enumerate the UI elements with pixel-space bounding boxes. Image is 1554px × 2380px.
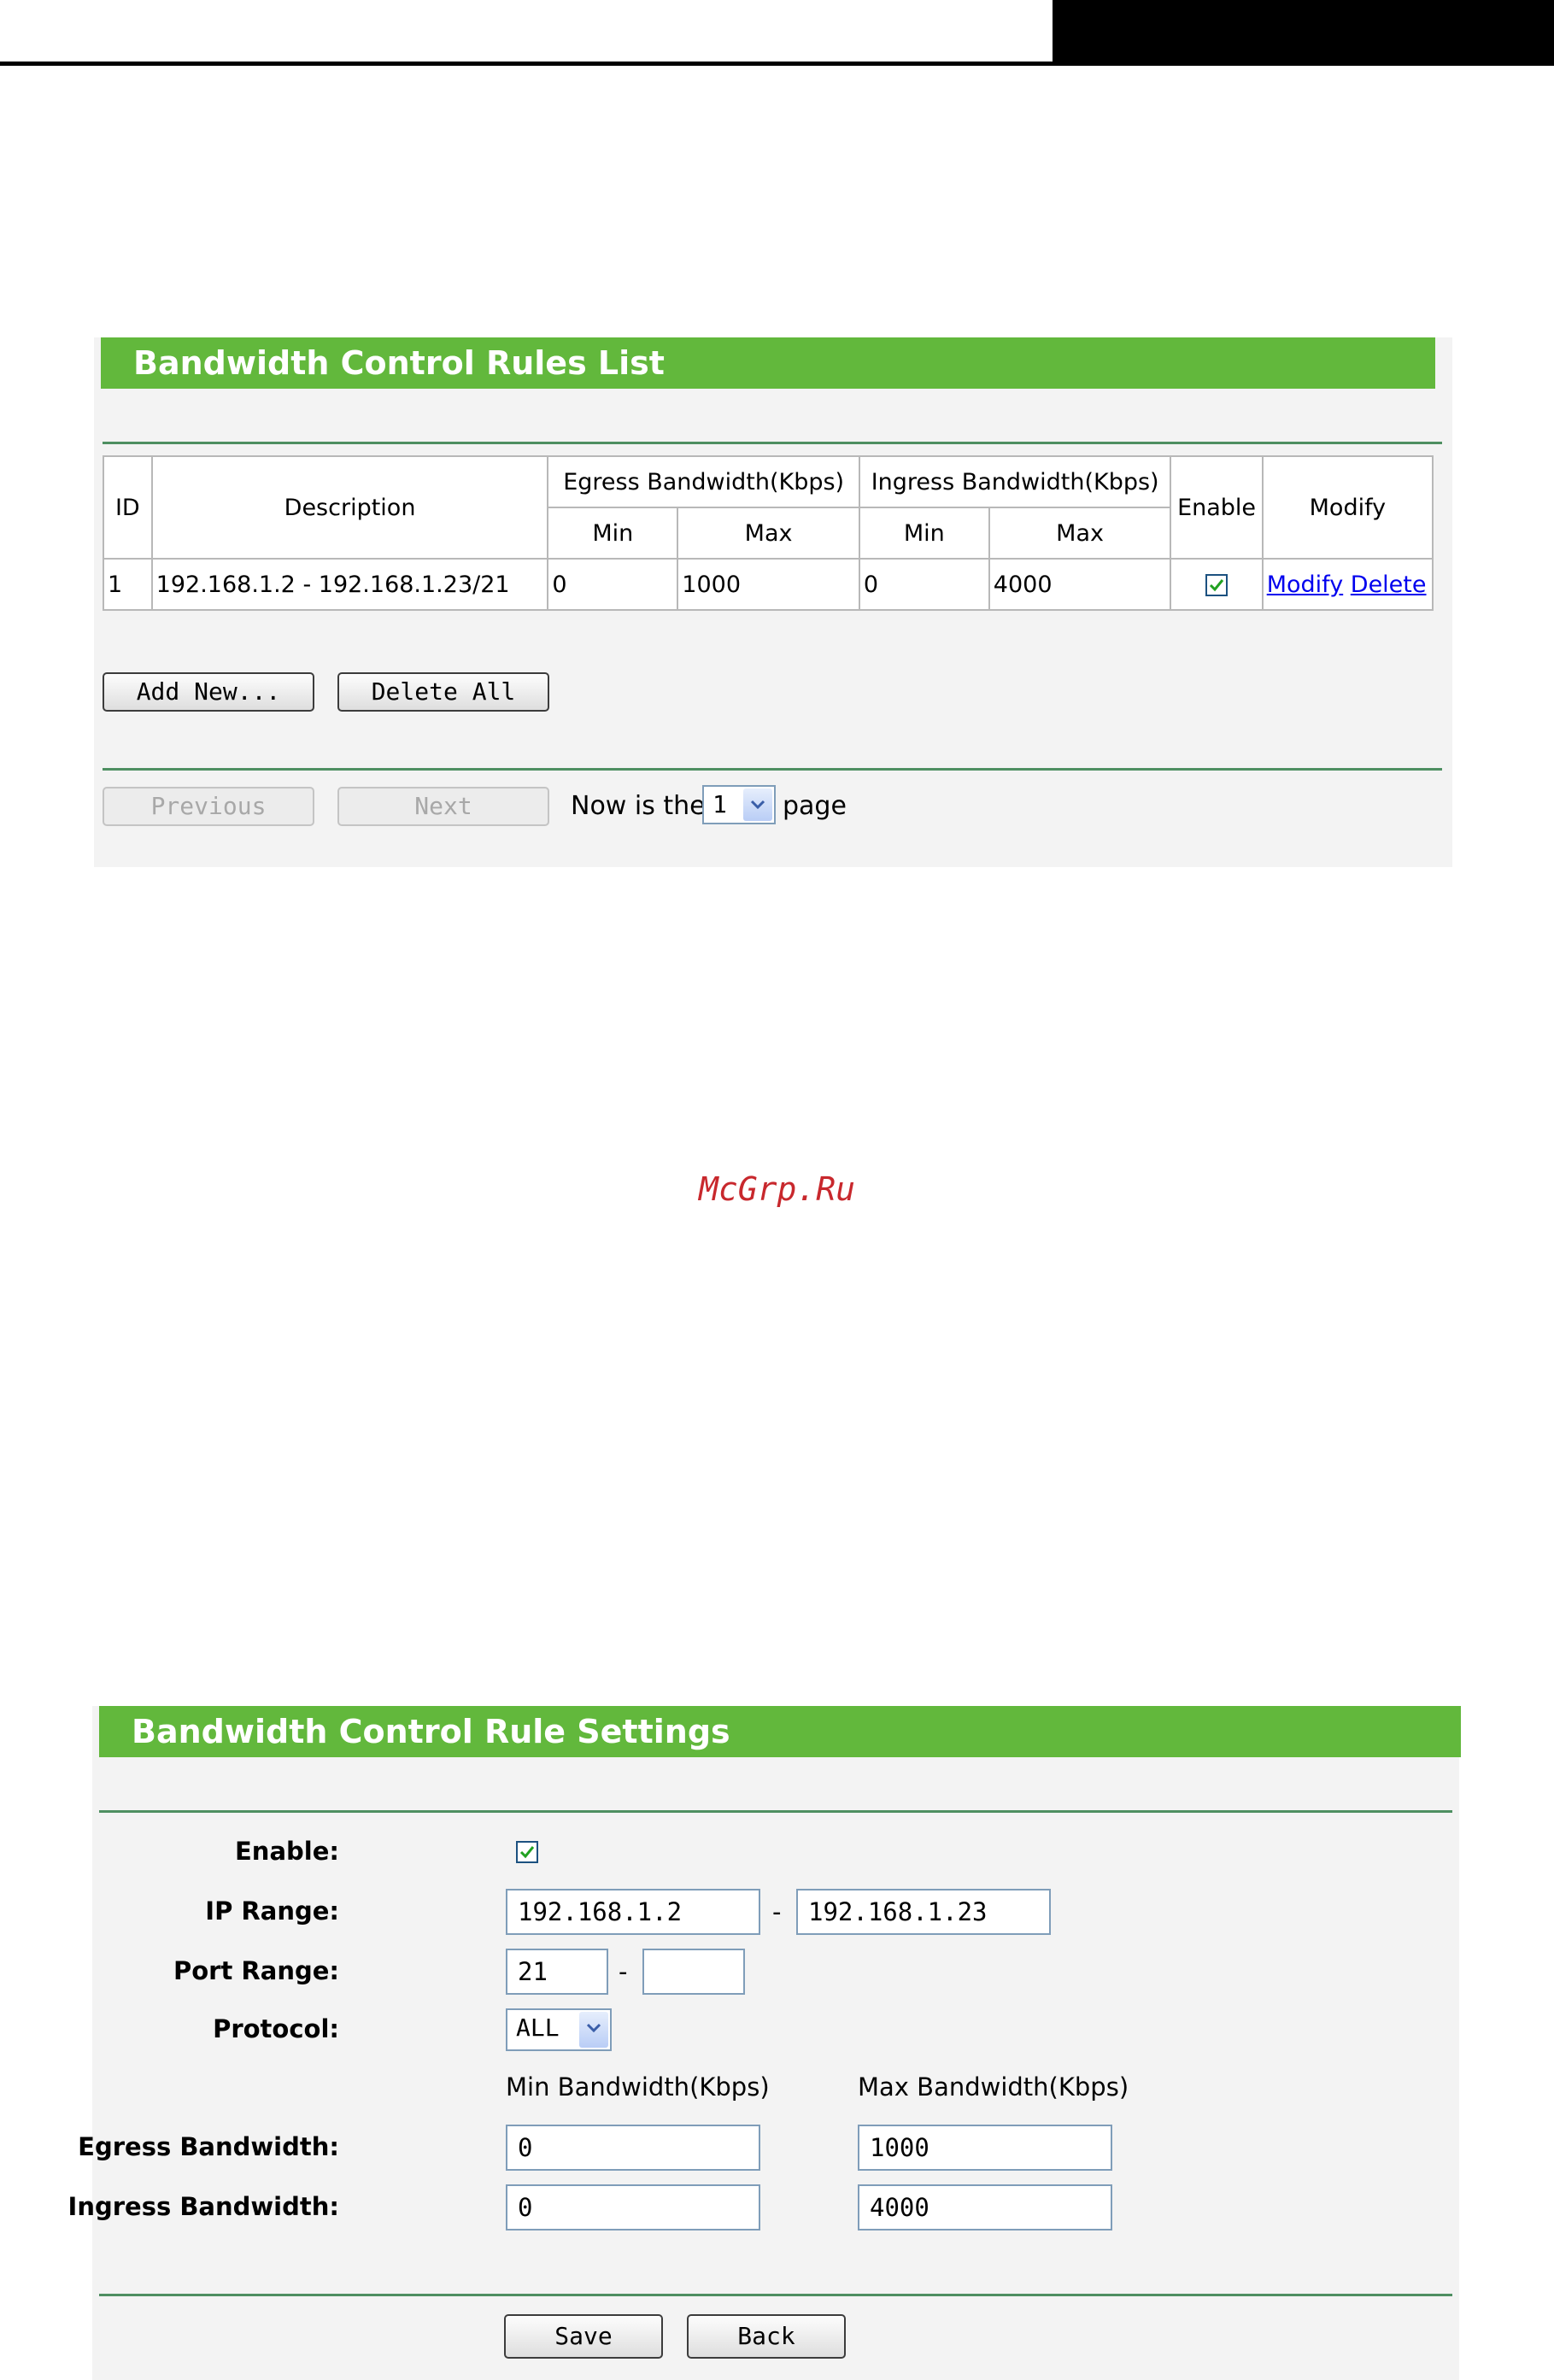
row-egress-min: 0 <box>547 558 679 611</box>
row-actions-cell: Modify Delete <box>1261 558 1434 611</box>
row-ingress-min: 0 <box>858 558 990 611</box>
ingress-max-input[interactable]: 4000 <box>858 2184 1112 2231</box>
enable-label: Enable: <box>235 1837 339 1866</box>
port-start-input[interactable]: 21 <box>506 1949 608 1995</box>
table-row: 1 192.168.1.2 - 192.168.1.23/21 0 1000 0… <box>103 558 1434 611</box>
page-header-rule <box>0 62 1053 66</box>
port-range-separator: - <box>619 1957 628 1986</box>
rule-settings-panel: Bandwidth Control Rule Settings Enable: … <box>68 1706 1461 2380</box>
ingress-min-input[interactable]: 0 <box>506 2184 760 2231</box>
delete-link[interactable]: Delete <box>1351 572 1427 598</box>
delete-all-button[interactable]: Delete All <box>337 672 549 712</box>
rules-list-title: Bandwidth Control Rules List <box>101 337 1435 389</box>
col-egress: Egress Bandwidth(Kbps) <box>547 455 860 508</box>
col-ingress-min: Min <box>858 507 990 560</box>
enable-checkbox[interactable] <box>516 1841 538 1863</box>
checkmark-icon <box>519 1846 535 1859</box>
pager-prefix: Now is the <box>571 791 706 821</box>
min-bandwidth-heading: Min Bandwidth(Kbps) <box>506 2072 770 2102</box>
add-new-button[interactable]: Add New... <box>103 672 314 712</box>
previous-button[interactable]: Previous <box>103 787 314 826</box>
rules-list-top-divider <box>103 442 1442 444</box>
modify-link[interactable]: Modify <box>1267 572 1343 598</box>
pager-suffix: page <box>783 791 847 821</box>
protocol-select[interactable]: ALL <box>506 2008 612 2051</box>
ip-end-input[interactable]: 192.168.1.23 <box>796 1889 1051 1935</box>
row-id: 1 <box>103 558 153 611</box>
row-description: 192.168.1.2 - 192.168.1.23/21 <box>150 558 549 611</box>
next-button[interactable]: Next <box>337 787 549 826</box>
back-button[interactable]: Back <box>687 2314 846 2359</box>
port-range-label: Port Range: <box>173 1956 339 1985</box>
ip-range-label: IP Range: <box>205 1896 339 1926</box>
checkmark-icon <box>1210 579 1224 592</box>
max-bandwidth-heading: Max Bandwidth(Kbps) <box>858 2072 1129 2102</box>
row-egress-max: 1000 <box>677 558 860 611</box>
col-enable: Enable <box>1170 455 1264 560</box>
row-ingress-max: 4000 <box>988 558 1172 611</box>
rules-list-panel: Bandwidth Control Rules List ID Descript… <box>94 337 1452 867</box>
rule-settings-bottom-divider <box>99 2294 1452 2296</box>
egress-bandwidth-label: Egress Bandwidth: <box>78 2132 339 2161</box>
col-id: ID <box>103 455 153 560</box>
table-header-row: ID Description Egress Bandwidth(Kbps) In… <box>103 455 1434 560</box>
ip-start-input[interactable]: 192.168.1.2 <box>506 1889 760 1935</box>
protocol-select-value: ALL <box>516 2014 560 2042</box>
col-egress-min: Min <box>547 507 679 560</box>
col-description: Description <box>150 455 549 560</box>
egress-min-input[interactable]: 0 <box>506 2125 760 2171</box>
rule-settings-title: Bandwidth Control Rule Settings <box>99 1706 1461 1757</box>
watermark: McGrp.Ru <box>698 1170 856 1208</box>
row-enable-cell <box>1170 558 1264 611</box>
chevron-down-icon <box>743 788 772 821</box>
chevron-down-icon <box>579 2012 608 2048</box>
page-header-block <box>1053 0 1554 66</box>
rules-table: ID Description Egress Bandwidth(Kbps) In… <box>103 455 1434 611</box>
col-ingress-max: Max <box>988 507 1172 560</box>
rules-list-bottom-divider <box>103 768 1442 771</box>
port-end-input[interactable] <box>642 1949 745 1995</box>
save-button[interactable]: Save <box>504 2314 663 2359</box>
protocol-label: Protocol: <box>213 2014 339 2043</box>
rule-settings-top-divider <box>99 1810 1452 1813</box>
col-egress-max: Max <box>677 507 860 560</box>
ip-range-separator: - <box>772 1897 782 1926</box>
page-select[interactable]: 1 <box>702 785 776 824</box>
ingress-bandwidth-label: Ingress Bandwidth: <box>67 2192 339 2221</box>
col-modify: Modify <box>1261 455 1434 560</box>
col-ingress: Ingress Bandwidth(Kbps) <box>858 455 1172 508</box>
egress-max-input[interactable]: 1000 <box>858 2125 1112 2171</box>
page-select-value: 1 <box>712 790 727 818</box>
row-enable-checkbox[interactable] <box>1205 574 1229 596</box>
